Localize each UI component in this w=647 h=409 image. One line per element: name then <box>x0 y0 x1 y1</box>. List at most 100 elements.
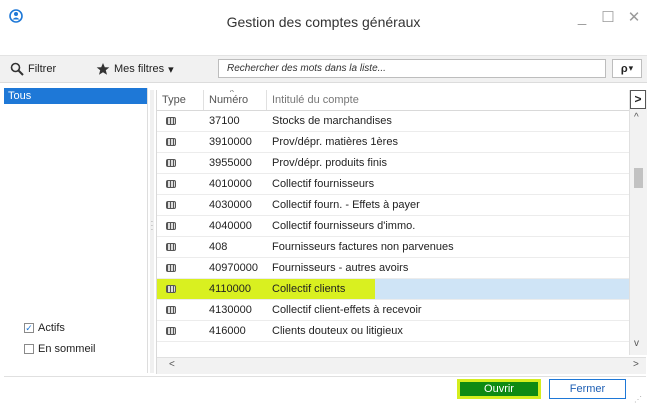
table-row[interactable]: 408 Fournisseurs factures non parvenues <box>157 237 629 258</box>
account-number-cell: 40970000 <box>209 262 258 274</box>
star-icon <box>96 63 110 75</box>
account-label-cell: Collectif fournisseurs d'immo. <box>272 220 416 232</box>
horizontal-scrollbar[interactable]: < > <box>157 357 646 374</box>
checkbox-checked-icon: ✓ <box>24 323 34 333</box>
account-label-cell: Collectif client-effets à recevoir <box>272 304 422 316</box>
account-type-cell <box>157 174 204 194</box>
scroll-right-icon[interactable]: > <box>633 359 639 370</box>
account-type-cell <box>157 237 204 257</box>
table-row[interactable]: 4110000 Collectif clients <box>157 279 629 300</box>
en-sommeil-label: En sommeil <box>38 343 96 355</box>
checkbox-unchecked-icon <box>24 344 34 354</box>
my-filters-label: Mes filtres <box>114 63 165 75</box>
account-number-cell: 3910000 <box>209 136 252 148</box>
table-row[interactable]: 4030000 Collectif fourn. - Effets à payer <box>157 195 629 216</box>
general-account-icon <box>166 159 176 167</box>
table-row[interactable]: 4040000 Collectif fournisseurs d'immo. <box>157 216 629 237</box>
table-row[interactable]: 4130000 Collectif client-effets à recevoi… <box>157 300 629 321</box>
actifs-checkbox[interactable]: ✓ Actifs <box>24 322 65 334</box>
account-type-cell <box>157 111 204 131</box>
actifs-label: Actifs <box>38 322 65 334</box>
scroll-down-icon[interactable]: v <box>634 338 639 349</box>
table-row[interactable]: 416000 Clients douteux ou litigieux <box>157 321 629 342</box>
account-label-cell: Stocks de marchandises <box>272 115 392 127</box>
account-number-cell: 3955000 <box>209 157 252 169</box>
table-row[interactable]: 37100 Stocks de marchandises <box>157 111 629 132</box>
footer-divider <box>4 376 646 377</box>
search-icon <box>10 62 24 76</box>
general-account-icon <box>166 243 176 251</box>
account-type-cell <box>157 258 204 278</box>
account-label-cell: Collectif fournisseurs <box>272 178 375 190</box>
title-bar: Gestion des comptes généraux _ ☐ ✕ <box>0 0 647 46</box>
column-header-numero-label: Numéro <box>209 94 249 106</box>
account-type-cell <box>157 195 204 215</box>
account-label-cell: Prov/dépr. matières 1ères <box>272 136 398 148</box>
account-number-cell: 37100 <box>209 115 240 127</box>
account-label-cell: Clients douteux ou litigieux <box>272 325 403 337</box>
account-number-cell: 416000 <box>209 325 246 337</box>
column-header-type[interactable]: Type <box>157 90 204 110</box>
account-number-cell: 408 <box>209 241 228 253</box>
general-account-icon <box>166 285 176 293</box>
account-number-cell: 4030000 <box>209 199 252 211</box>
general-account-icon <box>166 117 176 125</box>
en-sommeil-checkbox[interactable]: En sommeil <box>24 343 95 355</box>
filter-item-tous[interactable]: Tous <box>4 88 147 104</box>
table-row[interactable]: 40970000 Fournisseurs - autres avoirs <box>157 258 629 279</box>
search-options-button[interactable]: ρ ▾ <box>612 59 642 78</box>
account-label-cell: Prov/dépr. produits finis <box>272 157 387 169</box>
general-account-icon <box>166 138 176 146</box>
toolbar: Filtrer Mes filtres ▾ ρ ▾ <box>0 55 647 83</box>
chevron-down-icon: ▾ <box>168 63 174 76</box>
grid-header: Type Numéro ^ Intitulé du compte <box>157 90 629 111</box>
column-header-intitule[interactable]: Intitulé du compte <box>267 90 629 110</box>
account-type-cell <box>157 279 204 299</box>
my-filters-button[interactable]: Mes filtres ▾ <box>96 60 174 78</box>
column-header-numero[interactable]: Numéro ^ <box>204 90 267 110</box>
account-label-cell: Fournisseurs - autres avoirs <box>272 262 409 274</box>
account-label-cell: Collectif clients <box>267 279 375 299</box>
general-account-icon <box>166 180 176 188</box>
window-title: Gestion des comptes généraux <box>226 14 421 30</box>
table-row[interactable]: 4010000 Collectif fournisseurs <box>157 174 629 195</box>
search-field[interactable] <box>218 59 606 78</box>
scroll-up-icon[interactable]: ^ <box>634 112 639 123</box>
filter-label: Filtrer <box>28 63 57 75</box>
account-label-cell: Fournisseurs factures non parvenues <box>272 241 454 253</box>
general-account-icon <box>166 264 176 272</box>
account-number-cell: 4130000 <box>209 304 252 316</box>
sort-ascending-icon: ^ <box>230 90 234 97</box>
table-row[interactable]: 3955000 Prov/dépr. produits finis <box>157 153 629 174</box>
close-dialog-button[interactable]: Fermer <box>549 379 626 399</box>
filter-button[interactable]: Filtrer <box>10 60 56 78</box>
vertical-scroll-thumb[interactable] <box>634 168 643 188</box>
accounts-grid: Type Numéro ^ Intitulé du compte 37100 St… <box>156 90 647 374</box>
scroll-left-icon[interactable]: < <box>169 359 175 370</box>
close-button[interactable]: ✕ <box>627 9 641 26</box>
account-label-cell: Collectif fourn. - Effets à payer <box>272 199 420 211</box>
open-button[interactable]: Ouvrir <box>457 379 541 399</box>
general-account-icon <box>166 306 176 314</box>
account-type-cell <box>157 300 204 320</box>
general-account-icon <box>166 201 176 209</box>
chevron-down-icon: ▾ <box>628 63 634 73</box>
account-type-cell <box>157 153 204 173</box>
resize-grip-icon[interactable]: ⋰ <box>634 395 644 405</box>
general-account-icon <box>166 327 176 335</box>
search-icon: ρ <box>620 62 628 75</box>
account-type-cell <box>157 132 204 152</box>
account-type-cell <box>157 321 204 341</box>
minimize-button[interactable]: _ <box>575 9 589 26</box>
filter-panel: Tous ✓ Actifs En sommeil <box>4 88 148 373</box>
account-number-cell: 4010000 <box>209 178 252 190</box>
general-account-icon <box>166 222 176 230</box>
account-number-cell: 4110000 <box>204 279 267 299</box>
vertical-scrollbar[interactable]: > ^ v <box>629 90 647 355</box>
account-number-cell: 4040000 <box>209 220 252 232</box>
column-chooser-icon[interactable]: > <box>630 90 646 109</box>
account-type-cell <box>157 216 204 236</box>
search-input[interactable] <box>219 60 605 77</box>
table-row[interactable]: 3910000 Prov/dépr. matières 1ères <box>157 132 629 153</box>
maximize-button[interactable]: ☐ <box>601 9 615 26</box>
